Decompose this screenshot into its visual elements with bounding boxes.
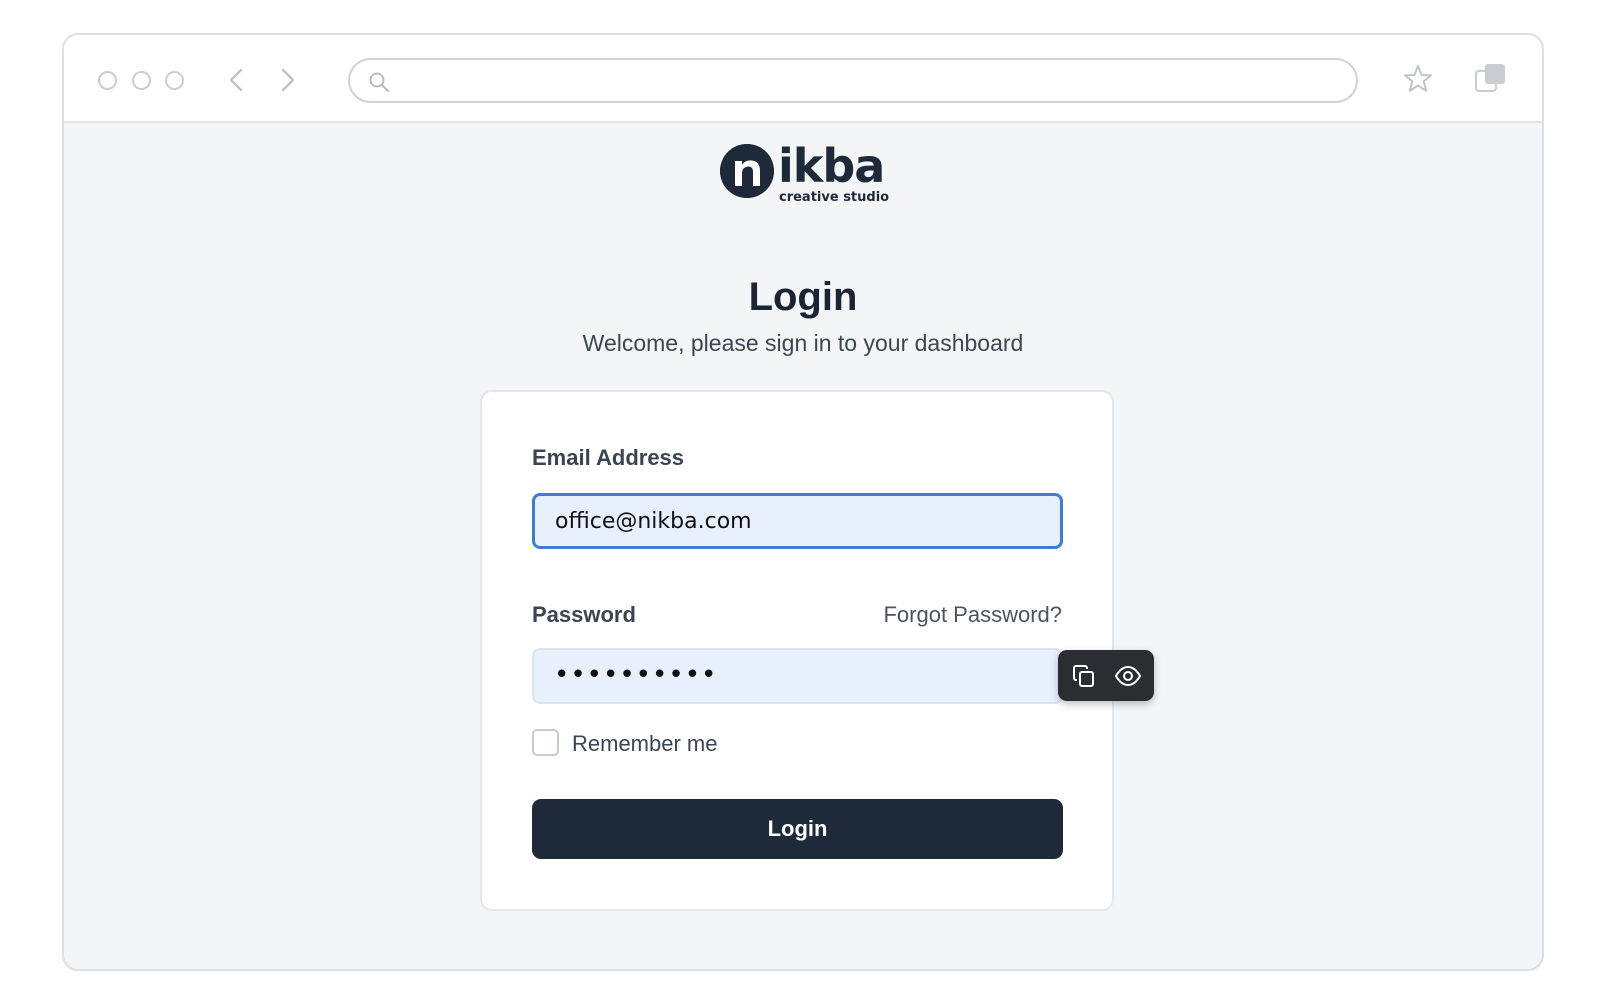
- remember-me-label[interactable]: Remember me: [572, 731, 717, 757]
- logo-mark: [720, 144, 774, 198]
- email-label: Email Address: [532, 445, 685, 470]
- password-manager-popup: [1058, 650, 1154, 701]
- back-icon[interactable]: [222, 65, 252, 95]
- window-dot-minimize[interactable]: [132, 71, 151, 90]
- copy-icon[interactable]: [1071, 663, 1097, 689]
- page-title: Login: [748, 275, 858, 319]
- brand-tagline: creative studio: [779, 190, 890, 205]
- eye-icon[interactable]: [1114, 663, 1142, 689]
- browser-toolbar: [64, 35, 1542, 123]
- star-icon[interactable]: [1402, 63, 1434, 95]
- login-button[interactable]: Login: [532, 799, 1063, 859]
- password-label: Password: [532, 602, 636, 627]
- window-dot-maximize[interactable]: [165, 71, 184, 90]
- address-bar[interactable]: [348, 58, 1358, 103]
- email-field[interactable]: office@nikba.com: [532, 493, 1063, 549]
- browser-window: ikba creative studio Login Welcome, plea…: [62, 33, 1544, 971]
- brand-logo: ikba creative studio: [720, 139, 890, 207]
- page-subtitle: Welcome, please sign in to your dashboar…: [582, 330, 1024, 356]
- password-field[interactable]: ••••••••••: [532, 648, 1063, 704]
- window-dot-close[interactable]: [98, 71, 117, 90]
- forgot-password-link[interactable]: Forgot Password?: [883, 602, 1062, 628]
- forward-icon[interactable]: [272, 65, 302, 95]
- brand-name: ikba: [778, 139, 885, 193]
- login-card: Email Address office@nikba.com Password …: [480, 390, 1114, 911]
- search-icon: [369, 72, 389, 92]
- remember-me-checkbox[interactable]: [532, 729, 559, 756]
- tabs-icon[interactable]: [1473, 61, 1509, 97]
